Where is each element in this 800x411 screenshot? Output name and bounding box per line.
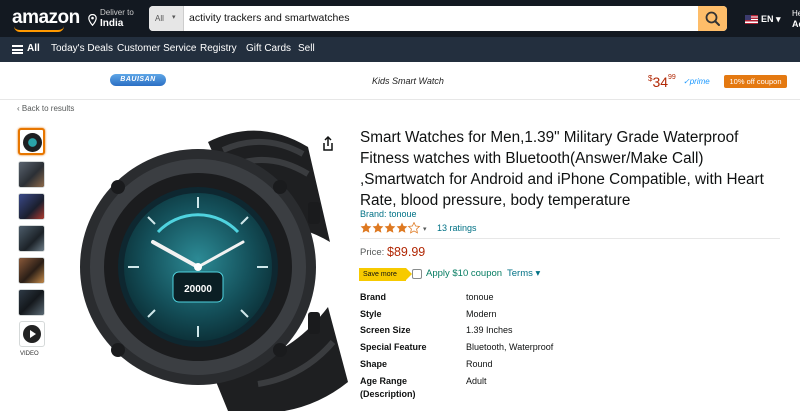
spec-value: tonoue <box>466 292 494 302</box>
lifestyle-thumbnail-image <box>19 226 44 251</box>
top-navigation-bar: amazon Deliver to India All ▾ activity t… <box>0 0 800 37</box>
spec-value: Adult <box>466 376 487 386</box>
image-thumbnail[interactable] <box>18 193 45 220</box>
search-icon <box>705 11 720 26</box>
amazon-logo-smile <box>14 26 64 32</box>
spec-key: Screen Size <box>360 325 411 335</box>
location-pin-icon <box>88 14 97 26</box>
image-thumbnail[interactable] <box>18 257 45 284</box>
search-bar: All ▾ activity trackers and smartwatches <box>149 6 727 31</box>
image-thumbnail[interactable] <box>18 289 45 316</box>
spec-value: Round <box>466 359 493 369</box>
lifestyle-thumbnail-image <box>19 194 44 219</box>
account-menu[interactable]: Ac <box>792 19 800 29</box>
lifestyle-thumbnail-image <box>19 162 44 187</box>
price-label: Price: <box>360 247 385 258</box>
spec-value: 1.39 Inches <box>466 325 513 335</box>
sponsored-banner[interactable]: BAUISAN Kids Smart Watch $3499 ✓prime 10… <box>0 62 800 100</box>
deliver-to-country: India <box>100 18 124 29</box>
spec-key: Special Feature <box>360 342 427 352</box>
image-thumbnail[interactable] <box>18 225 45 252</box>
nav-customer-service[interactable]: Customer Service <box>117 43 196 54</box>
sponsored-price: $3499 <box>648 74 676 92</box>
search-input[interactable]: activity trackers and smartwatches <box>189 12 349 24</box>
search-category-label: All <box>155 14 164 23</box>
sponsored-product-title[interactable]: Kids Smart Watch <box>372 76 444 86</box>
product-title: Smart Watches for Men,1.39" Military Gra… <box>360 129 764 209</box>
main-product-image[interactable]: 20000 <box>58 122 348 411</box>
share-icon[interactable] <box>318 134 338 154</box>
watch-thumbnail-image <box>23 133 42 152</box>
nav-gift-cards[interactable]: Gift Cards <box>246 43 291 54</box>
nav-registry[interactable]: Registry <box>200 43 237 54</box>
play-icon <box>23 325 41 343</box>
deliver-to-label: Deliver to <box>100 8 134 17</box>
coupon-terms-link[interactable]: Terms ▾ <box>507 268 540 279</box>
nav-all-button[interactable]: All <box>27 43 40 54</box>
secondary-navigation-bar: All Today's Deals Customer Service Regis… <box>0 37 800 62</box>
language-selector[interactable]: EN ▾ <box>761 14 781 25</box>
lifestyle-thumbnail-image <box>19 258 44 283</box>
spec-key: Age Range <box>360 376 408 386</box>
spec-value: Bluetooth, Waterproof <box>466 342 554 352</box>
coupon-checkbox[interactable] <box>412 269 422 279</box>
spec-key: (Description) <box>360 389 416 399</box>
hamburger-menu-icon[interactable] <box>12 45 23 54</box>
spec-key: Style <box>360 309 382 319</box>
sponsored-brand-logo[interactable]: BAUISAN <box>110 74 166 86</box>
terms-label: Terms <box>507 268 533 279</box>
back-to-results-link[interactable]: ‹ Back to results <box>17 104 74 113</box>
prime-label: prime <box>689 77 710 86</box>
watch-face-steps: 20000 <box>184 284 212 295</box>
lifestyle-thumbnail-image <box>19 290 44 315</box>
spec-value: Modern <box>466 309 497 319</box>
coupon-badge: 10% off coupon <box>724 75 787 88</box>
account-greeting: Hello, <box>792 9 800 18</box>
nav-todays-deals[interactable]: Today's Deals <box>51 43 113 54</box>
ratings-count-link[interactable]: 13 ratings <box>437 223 477 233</box>
image-thumbnail[interactable] <box>18 161 45 188</box>
save-more-badge: Save more <box>359 268 412 281</box>
price-value: $89.99 <box>387 245 426 259</box>
spec-key: Brand <box>360 292 387 302</box>
chevron-down-icon: ▾ <box>172 14 176 21</box>
apply-coupon-label[interactable]: Apply $10 coupon <box>426 268 502 279</box>
us-flag-icon <box>745 15 758 24</box>
svg-text:▾: ▾ <box>423 226 427 233</box>
divider <box>360 238 780 239</box>
search-button[interactable] <box>698 6 727 31</box>
star-rating[interactable]: ▾ <box>360 222 432 234</box>
prime-badge: ✓prime <box>683 77 710 86</box>
nav-sell[interactable]: Sell <box>298 43 315 54</box>
video-thumbnail[interactable] <box>19 321 45 347</box>
spec-key: Shape <box>360 359 388 369</box>
price-fraction: 99 <box>668 74 676 81</box>
video-label: VIDEO <box>20 351 39 357</box>
language-label: EN <box>761 14 774 24</box>
brand-store-link[interactable]: Brand: tonoue <box>360 209 417 219</box>
search-category-dropdown[interactable]: All ▾ <box>149 6 184 31</box>
price-whole: 34 <box>652 74 669 90</box>
image-thumbnail[interactable] <box>18 128 45 155</box>
